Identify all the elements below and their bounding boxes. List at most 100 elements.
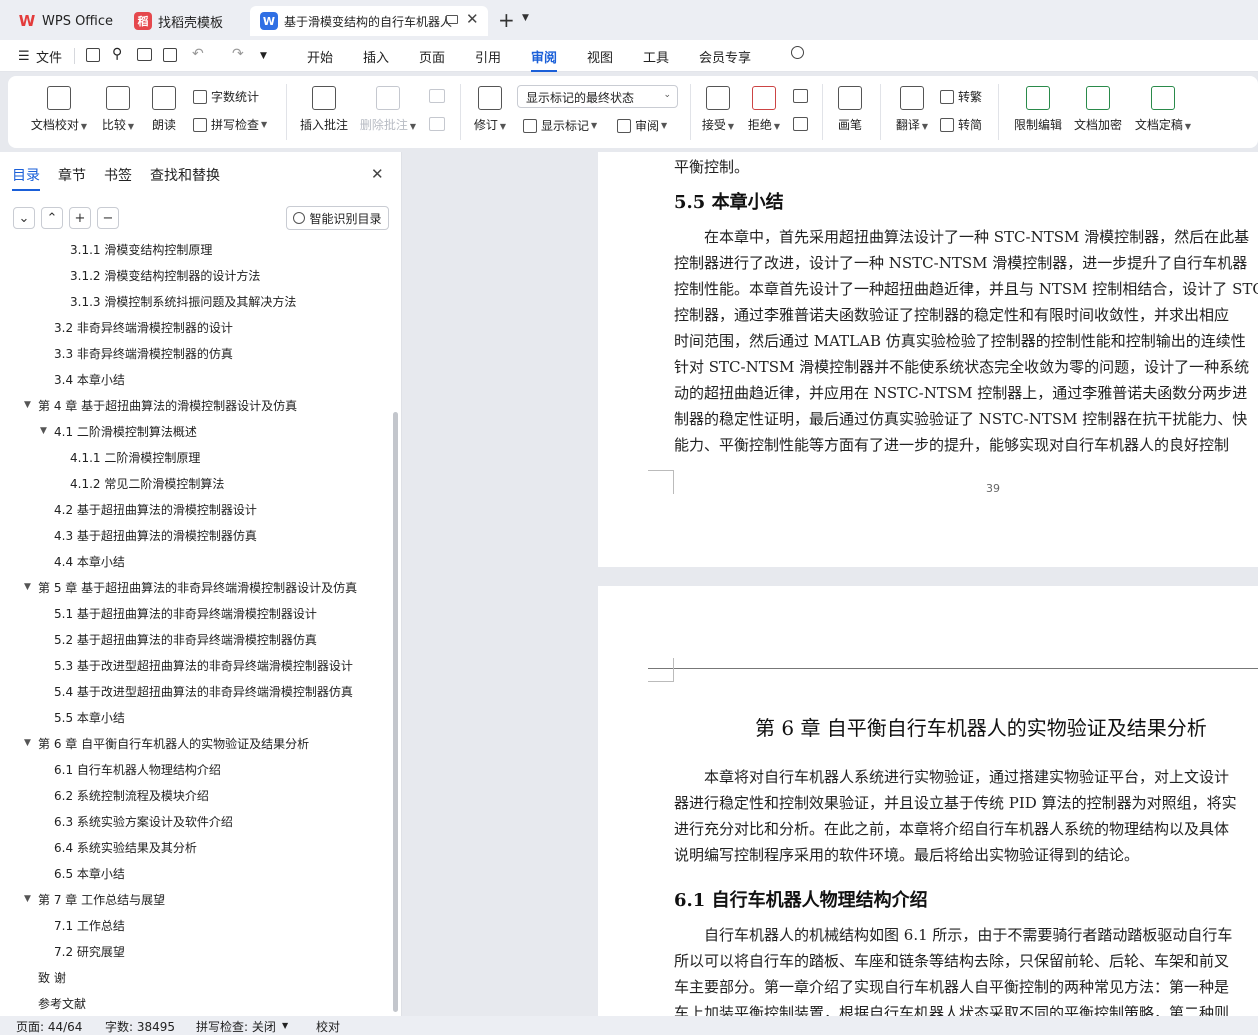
toc-item[interactable]: 6.1 自行车机器人物理结构介绍 [54,761,221,778]
close-icon[interactable]: ✕ [466,10,479,28]
menu-home[interactable]: 开始 [307,47,333,66]
menu-view[interactable]: 视图 [587,47,613,66]
toc-item[interactable]: 3.1.3 滑模控制系统抖振问题及其解决方法 [70,293,296,310]
toc-item[interactable]: 5.5 本章小结 [54,709,125,726]
toc-item[interactable]: 4.1 二阶滑模控制算法概述 [54,423,197,440]
expand-toggle-icon[interactable]: ▼ [24,738,31,748]
to-simplified-button[interactable]: 转简 [940,116,982,133]
print-preview-icon[interactable] [163,48,177,62]
doc-check-button[interactable]: 文档校对 ▼ [28,76,90,133]
menu-tools[interactable]: 工具 [643,47,669,66]
spell-check-button[interactable]: 拼写检查 ▼ [193,116,267,133]
menu-references[interactable]: 引用 [475,47,501,66]
proofread-status[interactable]: 校对 [316,1018,340,1035]
show-markup-button[interactable]: 显示标记 ▼ [523,117,597,134]
save-icon[interactable] [86,48,100,62]
toc-item[interactable]: 5.4 基于改进型超扭曲算法的非奇异终端滑模控制器仿真 [54,683,353,700]
toc-item[interactable]: 3.3 非奇异终端滑模控制器的仿真 [54,345,233,362]
toc-item[interactable]: 第 6 章 自平衡自行车机器人的实物验证及结果分析 [38,735,309,752]
toc-item[interactable]: 4.2 基于超扭曲算法的滑模控制器设计 [54,501,257,518]
collapse-down-button[interactable]: ⌄ [13,207,35,229]
next-comment-icon[interactable] [429,117,445,131]
add-heading-button[interactable]: + [69,207,91,229]
menu-member[interactable]: 会员专享 [699,47,751,66]
insert-comment-button[interactable]: 插入批注 [298,76,350,133]
tab-bookmarks[interactable]: 书签 [104,165,132,185]
expand-toggle-icon[interactable]: ▼ [40,426,47,436]
tab-sections[interactable]: 章节 [58,165,86,185]
smart-toc-button[interactable]: 智能识别目录 [286,206,389,230]
toc-item[interactable]: 6.3 系统实验方案设计及软件介绍 [54,813,233,830]
reject-button[interactable]: 拒绝 ▼ [744,76,784,133]
toc-item[interactable]: 6.2 系统控制流程及模块介绍 [54,787,209,804]
word-count-button[interactable]: 字数统计 [193,88,259,105]
finalize-doc-button[interactable]: 文档定稿 ▼ [1132,76,1194,133]
collapse-up-button[interactable]: ⌃ [41,207,63,229]
menu-insert[interactable]: 插入 [363,47,389,66]
spell-check-status[interactable]: 拼写检查: 关闭 [196,1018,276,1035]
toc-item[interactable]: 6.5 本章小结 [54,865,125,882]
restrict-editing-button[interactable]: 限制编辑 [1012,76,1064,133]
redo-icon[interactable]: ↷ [232,46,244,62]
menu-page[interactable]: 页面 [419,47,445,66]
chevron-down-icon[interactable]: ▼ [260,51,267,61]
next-change-icon[interactable] [793,117,808,131]
prev-comment-icon[interactable] [429,89,445,103]
delete-comment-button[interactable]: 删除批注 ▼ [358,76,418,133]
toc-item[interactable]: 参考文献 [38,995,86,1012]
share-icon[interactable]: ⚲ [112,46,122,62]
toc-item[interactable]: 4.1.1 二阶滑模控制原理 [70,449,200,466]
tab-find-replace[interactable]: 查找和替换 [150,165,220,185]
toc-item[interactable]: 3.4 本章小结 [54,371,125,388]
search-icon[interactable] [791,46,804,59]
toc-item[interactable]: 第 4 章 基于超扭曲算法的滑模控制器设计及仿真 [38,397,297,414]
to-traditional-button[interactable]: 转繁 [940,88,982,105]
toc-item[interactable]: 7.2 研究展望 [54,943,125,960]
new-tab-icon[interactable]: + [498,8,515,32]
chevron-down-icon[interactable]: ▼ [522,13,529,23]
review-pane-button[interactable]: 审阅 ▼ [617,117,667,134]
remove-heading-button[interactable]: − [97,207,119,229]
toc-item[interactable]: 3.1.2 滑模变结构控制器的设计方法 [70,267,260,284]
monitor-icon[interactable] [446,15,458,24]
word-count[interactable]: 字数: 38495 [105,1018,175,1035]
chevron-down-icon[interactable]: ▼ [282,1021,288,1030]
toc-item[interactable]: 6.4 系统实验结果及其分析 [54,839,197,856]
pen-button[interactable]: 画笔 [834,76,866,133]
markup-mode-select[interactable]: 显示标记的最终状态 ⌄ [517,85,678,108]
translate-button[interactable]: 翻译 ▼ [892,76,932,133]
tab-toc[interactable]: 目录 [12,165,40,191]
page-indicator[interactable]: 页面: 44/64 [16,1018,82,1035]
tab-template[interactable]: 稻 找稻壳模板 [124,6,244,36]
undo-icon[interactable]: ↶ [192,46,204,62]
scrollbar[interactable] [393,412,398,1012]
toc-item[interactable]: 第 7 章 工作总结与展望 [38,891,165,908]
expand-toggle-icon[interactable]: ▼ [24,400,31,410]
expand-toggle-icon[interactable]: ▼ [24,582,31,592]
tab-wps-office[interactable]: W WPS Office [8,6,120,36]
toc-item[interactable]: 5.1 基于超扭曲算法的非奇异终端滑模控制器设计 [54,605,317,622]
toc-item[interactable]: 4.4 本章小结 [54,553,125,570]
toc-item[interactable]: 5.3 基于改进型超扭曲算法的非奇异终端滑模控制器设计 [54,657,353,674]
prev-change-icon[interactable] [793,89,808,103]
encrypt-doc-button[interactable]: 文档加密 [1072,76,1124,133]
menu-file[interactable]: 文件 [36,47,62,66]
toc-item[interactable]: 4.1.2 常见二阶滑模控制算法 [70,475,224,492]
accept-button[interactable]: 接受 ▼ [698,76,738,133]
document-canvas[interactable]: 平衡控制。 5.5 本章小结 在本章中，首先采用超扭曲算法设计了一种 STC-N… [403,152,1258,1016]
close-icon[interactable]: ✕ [371,165,384,183]
toc-item[interactable]: 致 谢 [38,969,66,986]
tab-current-document[interactable]: W 基于滑模变结构的自行车机器人 ✕ [250,6,488,36]
read-aloud-button[interactable]: 朗读 [148,76,180,133]
toc-item[interactable]: 3.2 非奇异终端滑模控制器的设计 [54,319,233,336]
print-icon[interactable] [137,48,152,61]
expand-toggle-icon[interactable]: ▼ [24,894,31,904]
toc-item[interactable]: 5.2 基于超扭曲算法的非奇异终端滑模控制器仿真 [54,631,317,648]
track-changes-button[interactable]: 修订 ▼ [468,76,512,133]
toc-item[interactable]: 7.1 工作总结 [54,917,125,934]
toc-item[interactable]: 3.1.1 滑模变结构控制原理 [70,241,212,258]
menu-review[interactable]: 审阅 [531,47,558,72]
compare-button[interactable]: 比较 ▼ [96,76,140,133]
hamburger-icon[interactable]: ☰ [18,49,30,64]
toc-item[interactable]: 第 5 章 基于超扭曲算法的非奇异终端滑模控制器设计及仿真 [38,579,357,596]
